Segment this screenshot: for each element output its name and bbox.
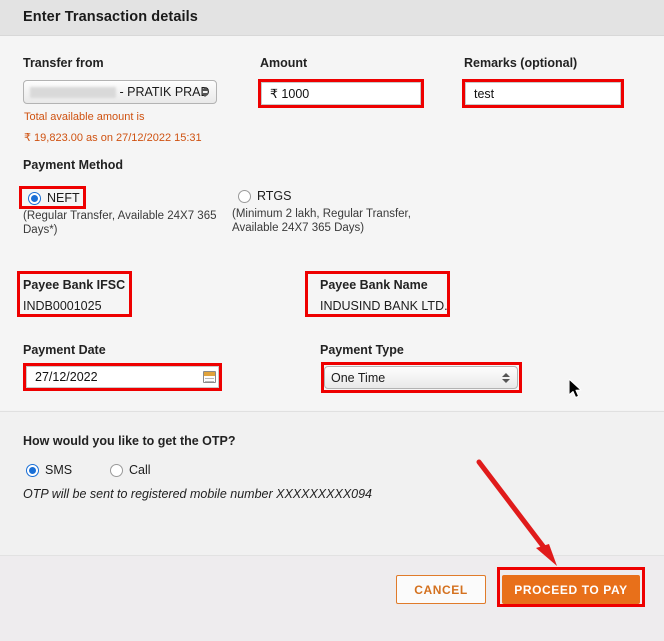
payee-bank-name-value: INDUSIND BANK LTD.	[320, 299, 448, 313]
chevron-updown-icon	[200, 85, 209, 99]
payee-bank-ifsc-label: Payee Bank IFSC	[23, 278, 126, 292]
masked-account-number	[30, 86, 117, 98]
otp-section: How would you like to get the OTP? SMS C…	[0, 411, 664, 555]
payment-date-label: Payment Date	[23, 343, 106, 357]
form-section: Transfer from - PRATIK PRAD... Total ava…	[0, 36, 664, 410]
payee-bank-ifsc-value: INDB0001025	[23, 299, 102, 313]
transfer-from-select[interactable]: - PRATIK PRAD...	[23, 80, 217, 104]
calendar-icon[interactable]	[203, 371, 216, 383]
remarks-value: test	[474, 86, 495, 101]
transfer-from-label: Transfer from	[23, 56, 104, 70]
chevron-updown-icon-payment-type	[501, 371, 510, 385]
page-title: Enter Transaction details	[23, 9, 198, 25]
otp-note: OTP will be sent to registered mobile nu…	[23, 487, 373, 501]
radio-call-label: Call	[129, 463, 151, 477]
transaction-details-dialog: Enter Transaction details Transfer from …	[0, 0, 664, 641]
amount-input[interactable]: ₹ 1000	[261, 82, 421, 105]
cancel-button[interactable]: CANCEL	[396, 575, 486, 604]
payment-method-label: Payment Method	[23, 158, 124, 172]
transfer-from-value: - PRATIK PRAD...	[119, 85, 210, 99]
dialog-footer: CANCEL PROCEED TO PAY	[0, 555, 664, 641]
payee-bank-name-label: Payee Bank Name	[320, 278, 428, 292]
payment-date-input[interactable]: 27/12/2022	[26, 366, 219, 388]
payment-method-option-neft[interactable]: NEFT	[28, 191, 80, 205]
amount-value: ₹ 1000	[270, 87, 310, 101]
dialog-header: Enter Transaction details	[0, 0, 664, 36]
proceed-to-pay-button[interactable]: PROCEED TO PAY	[502, 575, 640, 604]
payment-date-value: 27/12/2022	[35, 370, 98, 384]
payment-type-select[interactable]: One Time	[324, 366, 518, 389]
remarks-label: Remarks (optional)	[464, 56, 578, 70]
neft-note: (Regular Transfer, Available 24X7 365 Da…	[23, 210, 217, 236]
radio-rtgs-label: RTGS	[257, 189, 292, 203]
radio-neft[interactable]	[28, 191, 41, 205]
remarks-input[interactable]: test	[465, 82, 621, 105]
rtgs-note: (Minimum 2 lakh, Regular Transfer, Avail…	[232, 208, 411, 234]
radio-call[interactable]	[110, 463, 123, 477]
otp-option-call[interactable]: Call	[110, 463, 151, 477]
radio-neft-label: NEFT	[47, 191, 80, 205]
available-amount-value: ₹ 19,823.00 as on 27/12/2022 15:31	[24, 132, 202, 144]
payment-type-label: Payment Type	[320, 343, 404, 357]
payment-method-option-rtgs[interactable]: RTGS	[238, 189, 292, 203]
radio-sms[interactable]	[26, 463, 39, 477]
payment-type-value: One Time	[331, 370, 386, 385]
otp-question: How would you like to get the OTP?	[23, 434, 236, 448]
amount-label: Amount	[260, 56, 308, 70]
radio-rtgs[interactable]	[238, 189, 251, 203]
otp-option-sms[interactable]: SMS	[26, 463, 72, 477]
radio-sms-label: SMS	[45, 463, 73, 477]
available-amount-label: Total available amount is	[24, 111, 145, 123]
